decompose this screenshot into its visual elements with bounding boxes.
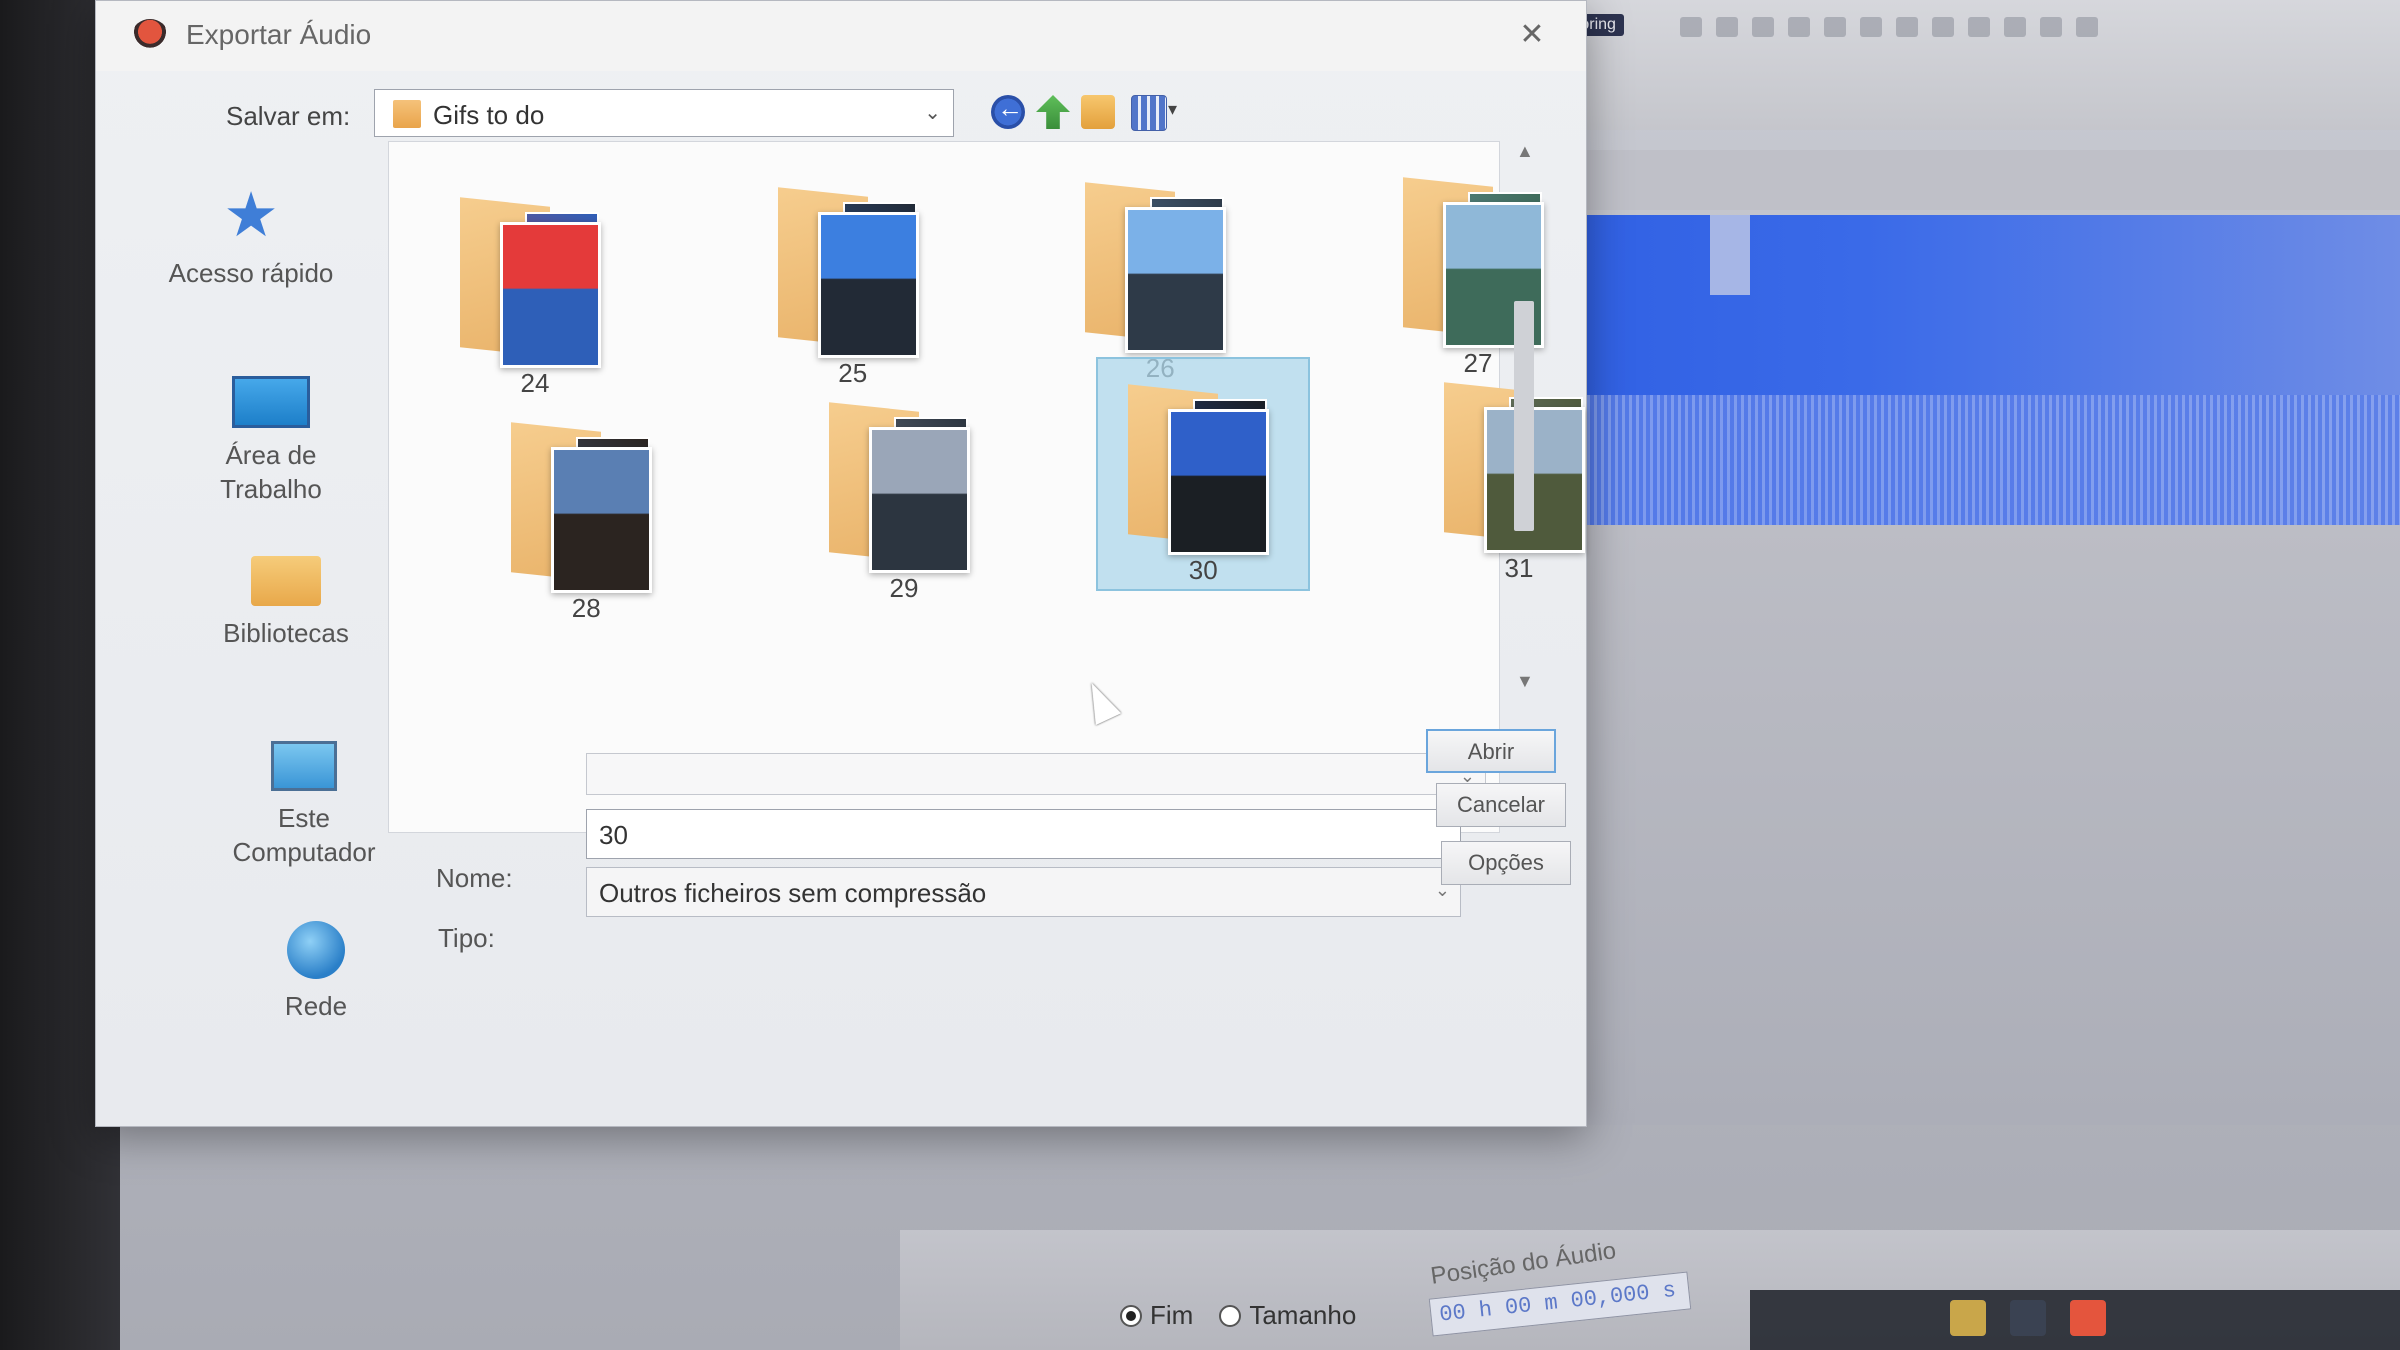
taskbar-app-icon[interactable] bbox=[2070, 1300, 2106, 1336]
radio-length[interactable]: Tamanho bbox=[1219, 1300, 1356, 1331]
empty-track-area[interactable] bbox=[1500, 525, 2400, 1125]
sidebar-item-quick-access[interactable]: ★ Acesso rápido bbox=[141, 181, 361, 290]
new-folder-icon[interactable] bbox=[1081, 95, 1115, 129]
folder-thumbnail bbox=[1125, 207, 1227, 353]
folder-label: 28 bbox=[571, 593, 601, 623]
audacity-logo-icon bbox=[132, 19, 168, 51]
places-sidebar: ★ Acesso rápido Área de Trabalho Bibliot… bbox=[96, 161, 376, 1041]
folder-item[interactable]: 24 bbox=[430, 172, 640, 402]
filename-label: Nome: bbox=[436, 863, 513, 893]
radio-length-dot[interactable] bbox=[1219, 1304, 1242, 1327]
computer-icon bbox=[271, 741, 337, 791]
libraries-icon bbox=[251, 556, 321, 606]
sidebar-item-label: Bibliotecas bbox=[223, 618, 349, 648]
dialog-title: Exportar Áudio bbox=[186, 19, 372, 50]
back-icon[interactable] bbox=[991, 93, 1025, 129]
star-icon: ★ bbox=[223, 181, 279, 250]
sidebar-item-desktop[interactable]: Área de Trabalho bbox=[161, 376, 381, 506]
save-in-value: Gifs to do bbox=[433, 100, 545, 130]
close-button[interactable]: ✕ bbox=[1512, 15, 1552, 55]
filetype-label: Tipo: bbox=[438, 923, 495, 953]
sidebar-item-label: Acesso rápido bbox=[168, 258, 334, 288]
folder-thumbnail bbox=[500, 222, 601, 368]
file-list[interactable]: 2425262728293031 bbox=[388, 141, 1585, 833]
export-audio-dialog: Exportar Áudio ✕ Salvar em: Gifs to do ⌄… bbox=[95, 0, 1587, 1127]
toolbar-button[interactable] bbox=[2040, 17, 2062, 37]
waveform-selection bbox=[1710, 215, 1750, 295]
toolbar-button[interactable] bbox=[1680, 17, 1702, 37]
folder-label: 29 bbox=[889, 573, 919, 603]
toolbar-button[interactable] bbox=[1968, 17, 1990, 37]
sidebar-item-network[interactable]: Rede bbox=[206, 921, 426, 1023]
toolbar-button[interactable] bbox=[1932, 17, 1954, 37]
cancel-button[interactable]: Cancelar bbox=[1436, 783, 1566, 827]
scroll-up-icon[interactable]: ▲ bbox=[1516, 141, 1534, 162]
folder-item[interactable]: 30 bbox=[1096, 357, 1311, 591]
save-in-dropdown[interactable]: Gifs to do ⌄ bbox=[374, 89, 954, 137]
audio-track-waveform[interactable] bbox=[1510, 215, 2400, 525]
save-button[interactable]: Abrir bbox=[1426, 729, 1556, 773]
scroll-thumb[interactable] bbox=[1514, 301, 1534, 531]
taskbar-app-icon[interactable] bbox=[1950, 1300, 1986, 1336]
toolbar-button[interactable] bbox=[1752, 17, 1774, 37]
filename-dropdown[interactable]: ⌄ bbox=[586, 753, 1486, 795]
folder-thumbnail bbox=[1168, 409, 1270, 555]
taskbar-app-icon[interactable] bbox=[2010, 1300, 2046, 1336]
up-folder-icon[interactable] bbox=[1036, 95, 1070, 129]
folder-icon bbox=[393, 100, 421, 128]
folder-thumbnail bbox=[817, 212, 919, 358]
options-button[interactable]: Opções bbox=[1441, 841, 1571, 885]
radio-end-label: Fim bbox=[1150, 1300, 1194, 1330]
folder-label: 24 bbox=[520, 368, 550, 398]
editor-toolbar-buttons bbox=[1680, 12, 2400, 42]
scroll-down-icon[interactable]: ▼ bbox=[1516, 671, 1534, 692]
toolbar-button[interactable] bbox=[1788, 17, 1810, 37]
toolbar-button[interactable] bbox=[2004, 17, 2026, 37]
selection-mode-radios: Fim Tamanho bbox=[1120, 1300, 1356, 1331]
toolbar-button[interactable] bbox=[2076, 17, 2098, 37]
filetype-select[interactable]: Outros ficheiros sem compressão ⌄ bbox=[586, 867, 1461, 917]
network-icon bbox=[287, 921, 345, 979]
folder-item[interactable]: 25 bbox=[748, 162, 958, 392]
toolbar-button[interactable] bbox=[1716, 17, 1738, 37]
sidebar-item-label: Área de Trabalho bbox=[220, 440, 322, 504]
sidebar-item-this-pc[interactable]: Este Computador bbox=[194, 741, 414, 869]
folder-thumbnail bbox=[869, 427, 970, 573]
view-menu-icon[interactable] bbox=[1131, 95, 1167, 131]
folder-item[interactable]: 29 bbox=[799, 377, 1009, 607]
waveform bbox=[1510, 395, 2400, 525]
view-menu-arrow-icon[interactable]: ▾ bbox=[1168, 99, 1177, 120]
folder-item[interactable]: 26 bbox=[1055, 157, 1265, 387]
radio-end[interactable]: Fim bbox=[1120, 1300, 1193, 1331]
filename-input[interactable]: 30 bbox=[586, 809, 1461, 859]
sidebar-item-label: Este Computador bbox=[232, 803, 376, 867]
file-list-scrollbar[interactable]: ▲ ▼ bbox=[1508, 141, 1542, 701]
sidebar-item-libraries[interactable]: Bibliotecas bbox=[176, 556, 396, 650]
timeline-ruler[interactable] bbox=[1500, 150, 2400, 210]
radio-length-label: Tamanho bbox=[1249, 1300, 1357, 1330]
folder-item[interactable]: 28 bbox=[481, 397, 691, 627]
folder-item[interactable]: 27 bbox=[1373, 152, 1583, 382]
save-in-label: Salvar em: bbox=[226, 101, 351, 131]
dialog-titlebar: Exportar Áudio ✕ bbox=[96, 1, 1586, 71]
desktop-icon bbox=[232, 376, 310, 428]
folder-thumbnail bbox=[551, 447, 653, 593]
toolbar-button[interactable] bbox=[1860, 17, 1882, 37]
sidebar-item-label: Rede bbox=[284, 991, 348, 1021]
toolbar-button[interactable] bbox=[1824, 17, 1846, 37]
filetype-value: Outros ficheiros sem compressão bbox=[599, 878, 987, 908]
chevron-down-icon: ⌄ bbox=[924, 102, 941, 124]
folder-label: 30 bbox=[1188, 555, 1218, 585]
toolbar-button[interactable] bbox=[1896, 17, 1918, 37]
radio-end-dot[interactable] bbox=[1120, 1304, 1142, 1327]
